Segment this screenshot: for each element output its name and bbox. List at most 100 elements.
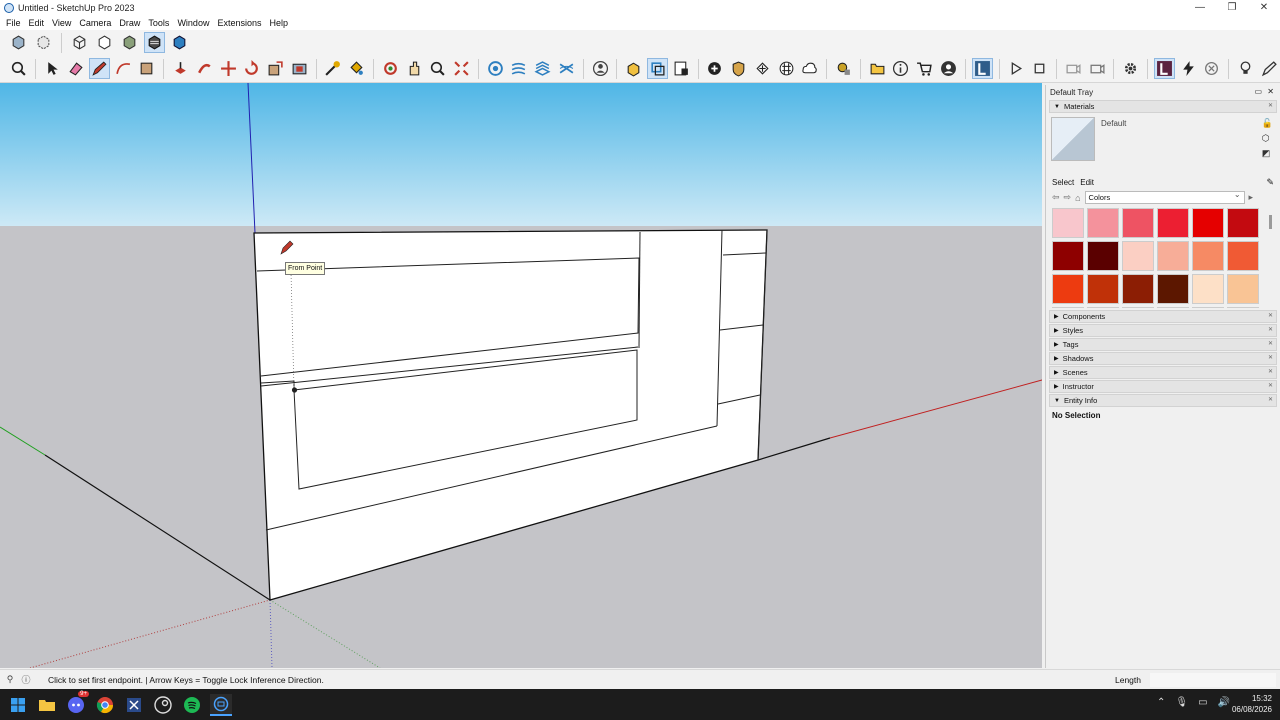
cancel-circle-icon[interactable] [1202, 58, 1223, 79]
geolocation-icon[interactable]: ⚲ [4, 674, 16, 686]
rectangle-icon[interactable] [137, 58, 158, 79]
menu-camera[interactable]: Camera [75, 18, 115, 28]
close-icon[interactable]: ✕ [1268, 326, 1273, 333]
color-swatch[interactable] [1227, 274, 1259, 304]
close-icon[interactable]: ✕ [1268, 354, 1273, 361]
color-swatch[interactable] [1122, 274, 1154, 304]
material-lock-icon[interactable]: 🔓 [1262, 118, 1273, 129]
menu-help[interactable]: Help [265, 18, 292, 28]
panel-entity-info[interactable]: ▼ Entity Info ✕ [1049, 394, 1277, 407]
hidden-line-icon[interactable] [94, 32, 115, 53]
volume-icon[interactable]: 🔊 [1218, 697, 1230, 708]
file-explorer-icon[interactable] [36, 694, 58, 716]
sample-paint-icon[interactable]: ✎ [1266, 177, 1274, 188]
color-swatch[interactable] [1192, 307, 1224, 308]
stop-icon[interactable] [1029, 58, 1050, 79]
color-swatch[interactable] [1157, 274, 1189, 304]
color-swatch[interactable] [1122, 208, 1154, 238]
close-icon[interactable]: ✕ [1268, 396, 1273, 403]
library-select[interactable]: Colors [1084, 190, 1245, 204]
info-icon[interactable] [891, 58, 912, 79]
smoove-icon[interactable] [509, 58, 530, 79]
scene-canvas[interactable] [0, 83, 1042, 668]
panel-components[interactable]: ▶ Components ✕ [1049, 310, 1277, 323]
panel-scenes[interactable]: ▶ Scenes ✕ [1049, 366, 1277, 379]
panel-tags[interactable]: ▶ Tags ✕ [1049, 338, 1277, 351]
windows-start-icon[interactable] [7, 694, 29, 716]
gear-icon[interactable] [1120, 58, 1141, 79]
extension-manager-icon[interactable] [833, 58, 854, 79]
chrome-icon[interactable] [94, 694, 116, 716]
user-account-icon[interactable] [590, 58, 611, 79]
details-arrow-icon[interactable]: ▸ [1249, 192, 1254, 203]
close-icon[interactable]: ✕ [1268, 368, 1273, 375]
back-edges-icon[interactable] [33, 32, 54, 53]
folder-icon[interactable] [867, 58, 888, 79]
profile-icon[interactable] [938, 58, 959, 79]
tape-measure-icon[interactable] [323, 58, 344, 79]
menu-file[interactable]: File [2, 18, 25, 28]
menu-edit[interactable]: Edit [25, 18, 49, 28]
push-pull-icon[interactable] [170, 58, 191, 79]
shield-icon[interactable] [728, 58, 749, 79]
sandbox-icon[interactable] [485, 58, 506, 79]
color-swatch[interactable] [1052, 208, 1084, 238]
tab-edit[interactable]: Edit [1080, 178, 1094, 187]
panel-styles[interactable]: ▶ Styles ✕ [1049, 324, 1277, 337]
plugin-logo-icon[interactable] [1154, 58, 1175, 79]
xray-style-icon[interactable] [8, 32, 29, 53]
zoom-extents-icon[interactable] [451, 58, 472, 79]
rotate-icon[interactable] [241, 58, 262, 79]
color-swatch[interactable] [1227, 241, 1259, 271]
scale-icon[interactable] [265, 58, 286, 79]
close-button[interactable]: ✕ [1248, 0, 1280, 15]
cart-icon[interactable] [914, 58, 935, 79]
color-swatch[interactable] [1122, 241, 1154, 271]
system-clock[interactable]: 15:32 06/08/2026 [1232, 693, 1272, 715]
zoom-icon[interactable] [427, 58, 448, 79]
color-swatch[interactable] [1192, 241, 1224, 271]
material-name[interactable]: Default [1101, 119, 1126, 128]
back-arrow-icon[interactable]: ⇦ [1052, 192, 1060, 203]
app-launcher-icon[interactable] [123, 694, 145, 716]
menu-extensions[interactable]: Extensions [213, 18, 265, 28]
close-icon[interactable]: ✕ [1268, 382, 1273, 389]
pin-icon[interactable]: ▭ [1254, 87, 1262, 96]
drape-icon[interactable] [556, 58, 577, 79]
checker-icon[interactable] [776, 58, 797, 79]
steam-icon[interactable] [152, 694, 174, 716]
panel-instructor[interactable]: ▶ Instructor ✕ [1049, 380, 1277, 393]
color-swatch[interactable] [1157, 307, 1189, 308]
shaded-icon[interactable] [119, 32, 140, 53]
color-swatch[interactable] [1087, 274, 1119, 304]
measurements-input[interactable] [1150, 672, 1276, 687]
model-viewport[interactable]: From Point [0, 83, 1042, 668]
color-swatch[interactable] [1087, 307, 1119, 308]
panel-shadows[interactable]: ▶ Shadows ✕ [1049, 352, 1277, 365]
color-swatch[interactable] [1157, 241, 1189, 271]
photo-textures-icon[interactable] [752, 58, 773, 79]
select-arrow-icon[interactable] [42, 58, 63, 79]
close-icon[interactable]: ✕ [1267, 87, 1274, 96]
close-icon[interactable]: ✕ [1268, 102, 1273, 109]
info-circle-icon[interactable]: ⓘ [20, 674, 32, 686]
menu-tools[interactable]: Tools [144, 18, 173, 28]
camera-icon[interactable] [1063, 58, 1084, 79]
color-swatch[interactable] [1087, 208, 1119, 238]
wireframe-icon[interactable] [69, 32, 90, 53]
chevron-up-icon[interactable]: ⌃ [1157, 697, 1165, 708]
panel-materials[interactable]: ▼ Materials ✕ [1049, 100, 1277, 113]
paint-bucket-icon[interactable] [346, 58, 367, 79]
material-preview-swatch[interactable] [1051, 117, 1095, 161]
discord-icon[interactable]: 9+ [65, 690, 89, 716]
color-swatch[interactable] [1052, 274, 1084, 304]
minimize-button[interactable]: — [1184, 0, 1216, 15]
monochrome-icon[interactable] [169, 32, 190, 53]
follow-me-icon[interactable] [194, 58, 215, 79]
close-icon[interactable]: ✕ [1268, 312, 1273, 319]
menu-view[interactable]: View [48, 18, 75, 28]
color-swatch[interactable] [1052, 241, 1084, 271]
home-icon[interactable]: ⌂ [1075, 193, 1080, 203]
network-icon[interactable]: ▭ [1198, 697, 1207, 708]
move-icon[interactable] [218, 58, 239, 79]
